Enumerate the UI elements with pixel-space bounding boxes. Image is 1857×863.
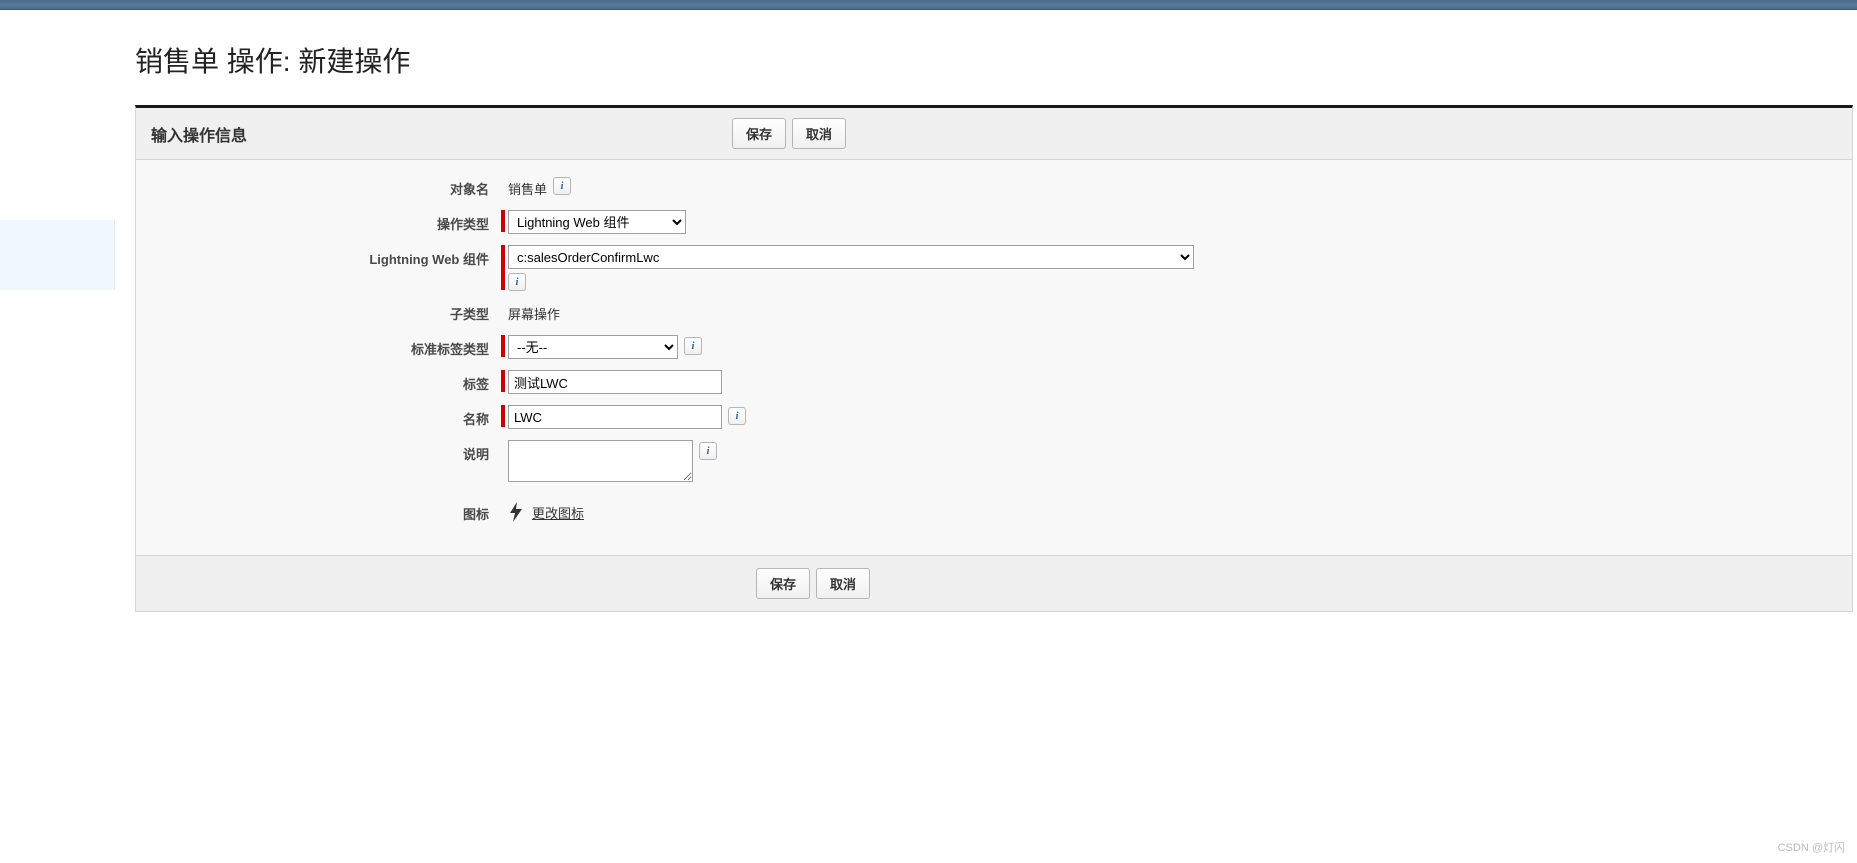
label-std-label-type: 标准标签类型 bbox=[151, 335, 501, 358]
required-indicator bbox=[501, 335, 505, 357]
input-label[interactable] bbox=[508, 370, 722, 394]
info-icon[interactable]: i bbox=[699, 442, 717, 460]
info-icon[interactable]: i bbox=[553, 177, 571, 195]
label-action-type: 操作类型 bbox=[151, 210, 501, 233]
row-std-label-type: 标准标签类型 --无-- i bbox=[151, 335, 1837, 361]
change-icon-link[interactable]: 更改图标 bbox=[532, 503, 584, 522]
label-sub-type: 子类型 bbox=[151, 300, 501, 323]
value-object-name: 销售单 bbox=[508, 175, 547, 198]
select-action-type[interactable]: Lightning Web 组件 bbox=[508, 210, 686, 234]
action-form-panel: 输入操作信息 保存 取消 对象名 销售单 i 操作类型 Ligh bbox=[135, 105, 1853, 612]
save-button[interactable]: 保存 bbox=[732, 118, 786, 149]
row-icon: 图标 更改图标 bbox=[151, 500, 1837, 526]
row-lwc: Lightning Web 组件 c:salesOrderConfirmLwc … bbox=[151, 245, 1837, 291]
label-lwc: Lightning Web 组件 bbox=[151, 245, 501, 268]
row-sub-type: 子类型 屏幕操作 bbox=[151, 300, 1837, 326]
label-object-name: 对象名 bbox=[151, 175, 501, 198]
select-std-label-type[interactable]: --无-- bbox=[508, 335, 678, 359]
watermark-text: CSDN @灯闪 bbox=[1778, 839, 1845, 855]
info-icon[interactable]: i bbox=[728, 407, 746, 425]
panel-footer: 保存 取消 bbox=[136, 555, 1852, 611]
page-wrapper: 销售单 操作: 新建操作 输入操作信息 保存 取消 对象名 销售单 i 操作类型 bbox=[0, 10, 1857, 612]
row-object-name: 对象名 销售单 i bbox=[151, 175, 1837, 201]
top-banner-strip bbox=[0, 0, 1857, 10]
row-action-type: 操作类型 Lightning Web 组件 bbox=[151, 210, 1837, 236]
footer-button-row: 保存 取消 bbox=[756, 568, 870, 599]
label-label-field: 标签 bbox=[151, 370, 501, 393]
required-indicator bbox=[501, 245, 505, 290]
info-icon[interactable]: i bbox=[508, 273, 526, 291]
required-indicator bbox=[501, 405, 505, 427]
select-lwc-component[interactable]: c:salesOrderConfirmLwc bbox=[508, 245, 1194, 269]
panel-body: 对象名 销售单 i 操作类型 Lightning Web 组件 Lightnin… bbox=[136, 160, 1852, 555]
cancel-button[interactable]: 取消 bbox=[816, 568, 870, 599]
row-label: 标签 bbox=[151, 370, 1837, 396]
lightning-bolt-icon bbox=[508, 502, 524, 525]
required-indicator bbox=[501, 210, 505, 232]
left-highlight-band bbox=[0, 220, 115, 290]
info-icon[interactable]: i bbox=[684, 337, 702, 355]
input-name[interactable] bbox=[508, 405, 722, 429]
save-button[interactable]: 保存 bbox=[756, 568, 810, 599]
panel-header: 输入操作信息 保存 取消 bbox=[136, 108, 1852, 160]
required-indicator bbox=[501, 370, 505, 392]
label-name-field: 名称 bbox=[151, 405, 501, 428]
row-description: 说明 i bbox=[151, 440, 1837, 482]
label-description: 说明 bbox=[151, 440, 501, 463]
header-button-row: 保存 取消 bbox=[732, 118, 846, 149]
cancel-button[interactable]: 取消 bbox=[792, 118, 846, 149]
panel-section-title: 输入操作信息 bbox=[151, 122, 247, 146]
page-title: 销售单 操作: 新建操作 bbox=[135, 40, 1857, 80]
row-name: 名称 i bbox=[151, 405, 1837, 431]
label-icon: 图标 bbox=[151, 500, 501, 523]
textarea-description[interactable] bbox=[508, 440, 693, 482]
value-sub-type: 屏幕操作 bbox=[508, 300, 560, 323]
